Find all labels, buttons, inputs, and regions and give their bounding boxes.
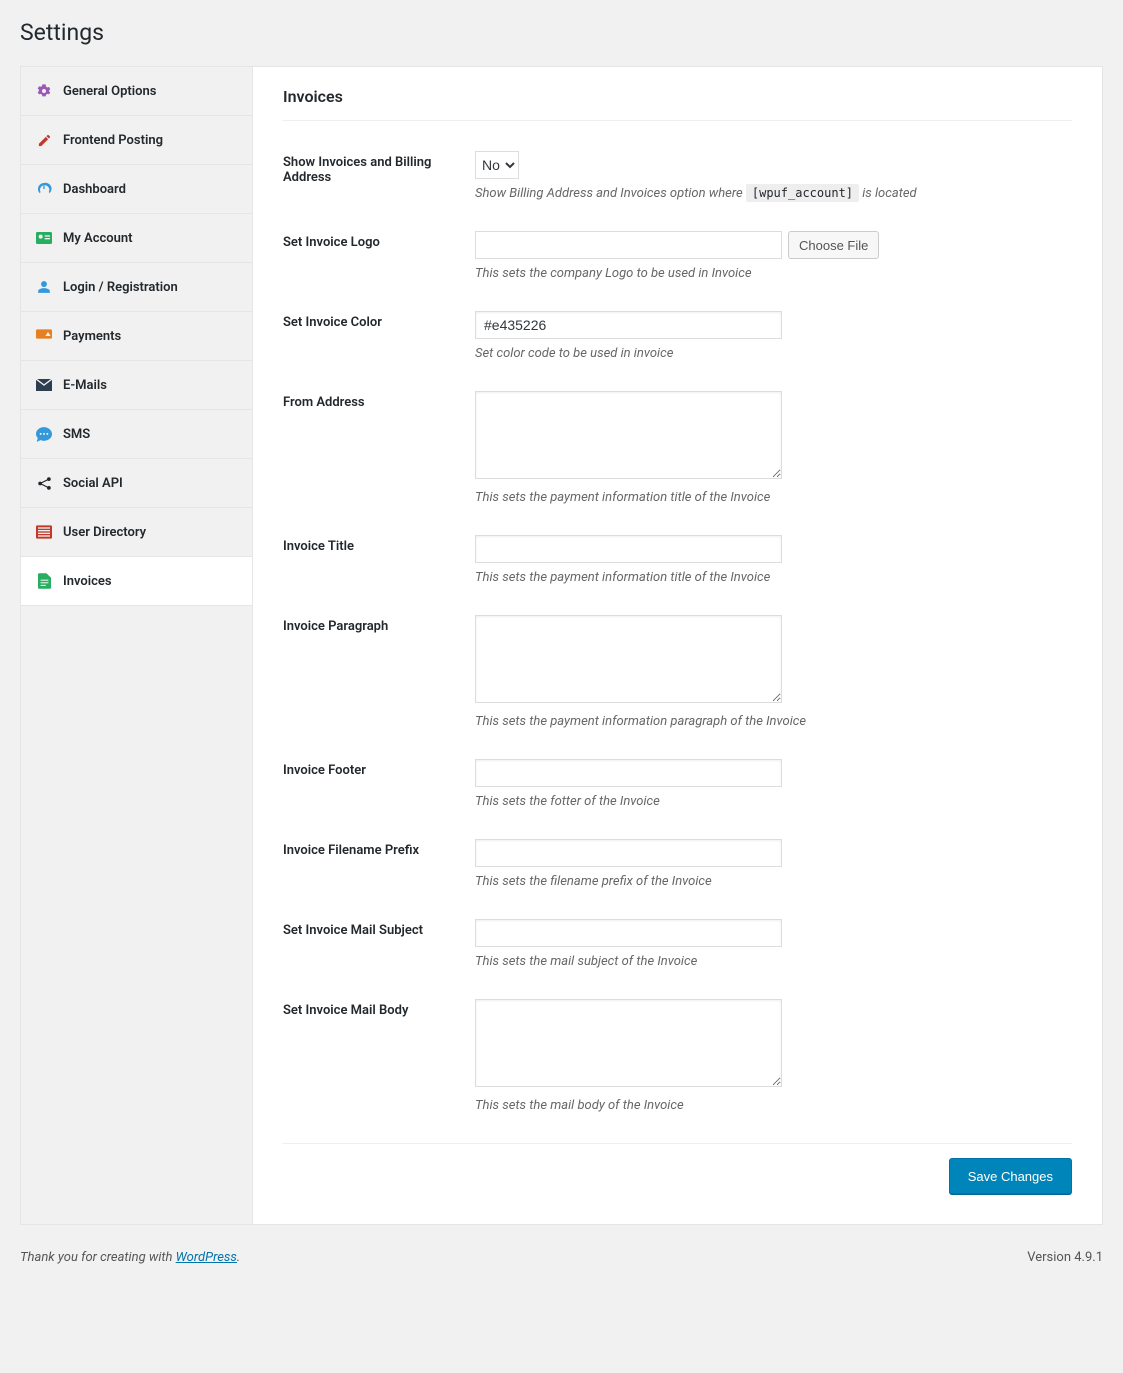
sidebar-item-frontend-posting[interactable]: Frontend Posting xyxy=(21,116,252,165)
sidebar-item-user-directory[interactable]: User Directory xyxy=(21,508,252,557)
choose-file-button[interactable]: Choose File xyxy=(788,231,879,259)
label-invoice-title: Invoice Title xyxy=(283,535,475,554)
sidebar-item-label: My Account xyxy=(63,231,133,246)
invoice-title-input[interactable] xyxy=(475,535,782,563)
invoice-paragraph-textarea[interactable] xyxy=(475,615,782,703)
comment-icon xyxy=(35,425,53,443)
sidebar-item-emails[interactable]: E-Mails xyxy=(21,361,252,410)
from-address-textarea[interactable] xyxy=(475,391,782,479)
label-invoice-logo: Set Invoice Logo xyxy=(283,231,475,250)
help-logo: This sets the company Logo to be used in… xyxy=(475,266,1072,281)
label-invoice-paragraph: Invoice Paragraph xyxy=(283,615,475,634)
page-title: Settings xyxy=(20,10,1103,66)
version-text: Version 4.9.1 xyxy=(1027,1250,1103,1265)
cart-icon xyxy=(35,327,53,345)
user-icon xyxy=(35,278,53,296)
help-color: Set color code to be used in invoice xyxy=(475,346,1072,361)
footer-text: Thank you for creating with xyxy=(20,1250,176,1265)
label-filename-prefix: Invoice Filename Prefix xyxy=(283,839,475,858)
footer: Thank you for creating with WordPress. V… xyxy=(0,1225,1123,1280)
label-mail-subject: Set Invoice Mail Subject xyxy=(283,919,475,938)
edit-icon xyxy=(35,131,53,149)
help-mail-subject: This sets the mail subject of the Invoic… xyxy=(475,954,1072,969)
main-title: Invoices xyxy=(283,87,1072,121)
sidebar-item-payments[interactable]: Payments xyxy=(21,312,252,361)
sidebar-item-login-registration[interactable]: Login / Registration xyxy=(21,263,252,312)
sidebar-item-my-account[interactable]: My Account xyxy=(21,214,252,263)
gear-icon xyxy=(35,82,53,100)
sidebar-item-dashboard[interactable]: Dashboard xyxy=(21,165,252,214)
sidebar-item-label: Dashboard xyxy=(63,182,126,197)
label-invoice-color: Set Invoice Color xyxy=(283,311,475,330)
settings-container: General Options Frontend Posting Dashboa… xyxy=(20,66,1103,1225)
wordpress-link[interactable]: WordPress xyxy=(176,1250,237,1265)
sidebar-item-label: Frontend Posting xyxy=(63,133,163,148)
sidebar-item-label: General Options xyxy=(63,84,156,99)
sidebar-item-social-api[interactable]: Social API xyxy=(21,459,252,508)
sidebar-item-label: Payments xyxy=(63,329,121,344)
sidebar-item-label: SMS xyxy=(63,427,90,442)
label-invoice-footer: Invoice Footer xyxy=(283,759,475,778)
sidebar-item-sms[interactable]: SMS xyxy=(21,410,252,459)
file-icon xyxy=(35,572,53,590)
dashboard-icon xyxy=(35,180,53,198)
show-invoices-select[interactable]: No xyxy=(475,151,519,179)
sidebar-item-label: E-Mails xyxy=(63,378,107,393)
label-show-invoices: Show Invoices and Billing Address xyxy=(283,151,475,185)
help-invoice-footer: This sets the fotter of the Invoice xyxy=(475,794,1072,809)
filename-prefix-input[interactable] xyxy=(475,839,782,867)
envelope-icon xyxy=(35,376,53,394)
invoice-footer-input[interactable] xyxy=(475,759,782,787)
sidebar-item-label: Login / Registration xyxy=(63,280,178,295)
help-mail-body: This sets the mail body of the Invoice xyxy=(475,1098,1072,1113)
mail-body-textarea[interactable] xyxy=(475,999,782,1087)
save-changes-button[interactable]: Save Changes xyxy=(949,1158,1072,1194)
label-from-address: From Address xyxy=(283,391,475,410)
mail-subject-input[interactable] xyxy=(475,919,782,947)
id-card-icon xyxy=(35,229,53,247)
sidebar-item-invoices[interactable]: Invoices xyxy=(21,557,252,606)
main-panel: Invoices Show Invoices and Billing Addre… xyxy=(253,67,1102,1224)
logo-file-display xyxy=(475,231,782,259)
sidebar-item-label: Social API xyxy=(63,476,123,491)
share-icon xyxy=(35,474,53,492)
help-filename-prefix: This sets the filename prefix of the Inv… xyxy=(475,874,1072,889)
help-invoice-title: This sets the payment information title … xyxy=(475,570,1072,585)
list-icon xyxy=(35,523,53,541)
sidebar-item-label: User Directory xyxy=(63,525,146,540)
help-invoice-paragraph: This sets the payment information paragr… xyxy=(475,714,1072,729)
label-mail-body: Set Invoice Mail Body xyxy=(283,999,475,1018)
sidebar-item-label: Invoices xyxy=(63,574,112,589)
invoice-color-input[interactable] xyxy=(475,311,782,339)
help-show-invoices: Show Billing Address and Invoices option… xyxy=(475,186,1072,201)
help-from-address: This sets the payment information title … xyxy=(475,490,1072,505)
sidebar-item-general-options[interactable]: General Options xyxy=(21,67,252,116)
sidebar: General Options Frontend Posting Dashboa… xyxy=(21,67,253,1224)
